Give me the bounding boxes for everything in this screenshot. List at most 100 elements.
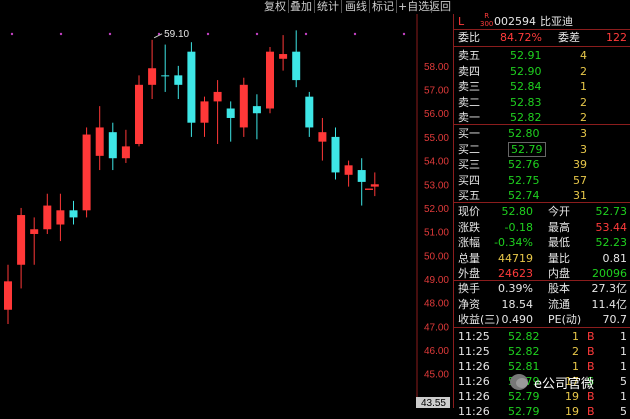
axis-tick-label: 48.00	[424, 299, 449, 310]
stat-value: 44719	[498, 251, 533, 265]
sell-price: 52.90	[510, 64, 542, 78]
sell-price: 52.82	[510, 111, 542, 124]
axis-tick-label: 51.00	[424, 228, 449, 239]
candle-body[interactable]	[239, 84, 248, 128]
sell-row[interactable]: 卖一 52.82 2	[454, 110, 630, 125]
sell-row[interactable]: 卖五 52.91 4	[454, 48, 630, 63]
buy-row[interactable]: 买二 52.79 3	[454, 141, 630, 157]
event-marker[interactable]	[59, 32, 63, 36]
fuquan-button[interactable]: 复权	[262, 0, 289, 13]
event-marker[interactable]	[206, 32, 210, 36]
sell-volume: 4	[580, 49, 587, 62]
kline-chart[interactable]: 58.00 57.00 56.00 55.00 54.00 53.00 52.00 51.00…	[0, 14, 450, 408]
stat-label: 量比	[548, 251, 570, 265]
candle-body[interactable]	[266, 51, 274, 109]
stats-row: 总量 44719 量比 0.81	[454, 251, 630, 266]
overlay-button[interactable]: 叠加	[288, 0, 315, 13]
candle-body[interactable]	[370, 184, 379, 187]
candle-body[interactable]	[226, 108, 235, 118]
candle-body[interactable]	[279, 54, 288, 59]
axis-tick-label: 50.00	[424, 251, 449, 262]
sell-row[interactable]: 卖四 52.90 2	[454, 64, 630, 79]
tick-direction: B	[587, 405, 595, 418]
candle-body[interactable]	[187, 51, 196, 123]
tick-price: 52.79	[508, 405, 540, 418]
candle-body[interactable]	[148, 68, 157, 85]
candle-body[interactable]	[95, 127, 104, 156]
event-marker[interactable]	[255, 32, 259, 36]
candle-body[interactable]	[318, 132, 327, 142]
stat-label: 最低	[548, 236, 570, 249]
candle-body[interactable]	[213, 91, 222, 102]
kline-chart-panel[interactable]: 58.00 57.00 56.00 55.00 54.00 53.00 52.00 51.00…	[0, 14, 450, 408]
buy-row[interactable]: 买五 52.74 31	[454, 188, 630, 203]
draw-line-button[interactable]: 画线	[343, 0, 370, 13]
candle-body[interactable]	[108, 132, 117, 159]
stat-value: 52.73	[595, 205, 628, 218]
tick-row: 11:25 52.82 1 B 1	[454, 329, 630, 344]
stat-value: 0.81	[602, 251, 628, 265]
candle-body[interactable]	[161, 75, 170, 77]
buy-label: 买五	[458, 189, 480, 202]
back-button[interactable]: 返回	[427, 0, 453, 13]
axis-tick-label: 58.00	[424, 62, 449, 73]
sell-volume: 2	[580, 95, 587, 109]
candle-body[interactable]	[174, 75, 183, 85]
tick-price: 52.82	[508, 330, 540, 343]
stats-row: 外盘 24623 内盘 20096	[454, 266, 630, 281]
candle-body[interactable]	[4, 281, 12, 310]
event-marker[interactable]	[402, 32, 406, 36]
candle-body[interactable]	[82, 134, 91, 211]
stat-value: 20096	[592, 267, 627, 280]
axis-tick-label: 54.00	[424, 157, 449, 168]
peak-price-label: 59.10	[164, 29, 189, 40]
stat-value: 0.39%	[498, 282, 533, 295]
candle-body[interactable]	[17, 215, 26, 265]
buy-price: 52.79	[508, 141, 546, 157]
candle-body[interactable]	[252, 106, 261, 114]
sell-volume: 2	[580, 64, 587, 78]
candle-body[interactable]	[69, 210, 78, 218]
stat-value: 24623	[498, 267, 533, 280]
stat-label: 换手	[458, 282, 480, 295]
sell-row[interactable]: 卖二 52.83 2	[454, 95, 630, 110]
sell-label: 卖四	[458, 64, 480, 78]
stats-button[interactable]: 统计	[315, 0, 342, 13]
stat-value: 11.4亿	[591, 297, 628, 311]
buy-volume: 3	[580, 127, 587, 140]
event-marker[interactable]	[108, 32, 112, 36]
candle-body[interactable]	[344, 165, 353, 175]
candle-body[interactable]	[56, 210, 65, 225]
candle-body[interactable]	[200, 101, 209, 123]
stat-value: -0.34%	[494, 236, 533, 249]
stat-value: 52.23	[595, 236, 628, 249]
candle-body[interactable]	[357, 170, 366, 182]
buy-volume: 3	[580, 142, 587, 156]
stat-label: 总量	[458, 251, 480, 265]
candle-body[interactable]	[305, 96, 314, 128]
stat-label: 涨跌	[458, 220, 480, 234]
stats2-row: 净资 18.54 流通 11.4亿	[454, 297, 630, 312]
sell-row[interactable]: 卖三 52.84 1	[454, 79, 630, 94]
stats-row: 涨幅 -0.34% 最低 52.23	[454, 235, 630, 250]
tick-volume: 19	[565, 405, 579, 418]
candle-body[interactable]	[135, 84, 143, 145]
candle-body[interactable]	[30, 229, 39, 234]
buy-row[interactable]: 买一 52.80 3	[454, 126, 630, 141]
stat-value: 18.54	[501, 297, 534, 311]
candle-body[interactable]	[121, 146, 130, 159]
stock-name: 比亚迪	[540, 15, 573, 28]
buy-price: 52.76	[508, 158, 540, 171]
buy-row[interactable]: 买三 52.76 39	[454, 157, 630, 172]
event-marker[interactable]	[353, 32, 357, 36]
tick-row: 11:25 52.82 2 B 1	[454, 344, 630, 359]
candle-body[interactable]	[331, 136, 340, 173]
event-marker[interactable]	[10, 32, 14, 36]
mark-button[interactable]: 标记	[370, 0, 397, 13]
event-marker[interactable]	[304, 32, 308, 36]
buy-row[interactable]: 买四 52.75 57	[454, 173, 630, 188]
badge-bottom: 300	[480, 20, 494, 28]
candle-body[interactable]	[43, 205, 52, 230]
stat-label: 流通	[548, 297, 570, 311]
candle-body[interactable]	[292, 51, 301, 81]
